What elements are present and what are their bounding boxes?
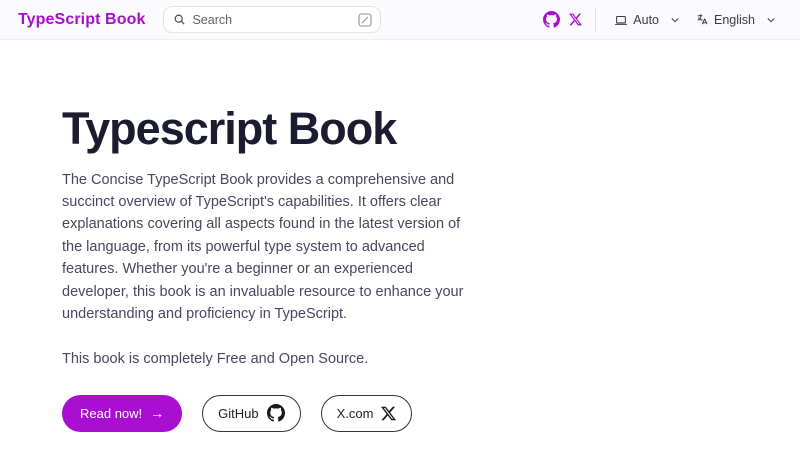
appearance-toggle[interactable]: Auto xyxy=(606,0,688,39)
language-select[interactable]: English xyxy=(688,0,784,39)
laptop-icon xyxy=(614,13,628,27)
site-header: TypeScript Book Auto xyxy=(0,0,800,40)
chevron-down-icon xyxy=(766,15,776,25)
github-icon xyxy=(267,404,285,422)
hero-description: The Concise TypeScript Book provides a c… xyxy=(62,169,464,326)
appearance-label: Auto xyxy=(633,13,659,27)
chevron-down-icon xyxy=(670,15,680,25)
hero-tagline: This book is completely Free and Open So… xyxy=(62,348,760,370)
language-label: English xyxy=(714,13,755,27)
hero-actions: Read now! → GitHub X.com xyxy=(62,395,760,432)
github-icon xyxy=(543,11,560,28)
site-logo[interactable]: TypeScript Book xyxy=(18,11,145,29)
x-icon xyxy=(381,406,396,421)
xcom-button-label: X.com xyxy=(337,406,374,421)
github-button[interactable]: GitHub xyxy=(202,395,300,432)
read-now-button[interactable]: Read now! → xyxy=(62,395,182,432)
hero-section: Typescript Book The Concise TypeScript B… xyxy=(0,40,800,432)
search-icon xyxy=(173,13,186,26)
x-link[interactable] xyxy=(563,8,587,32)
github-button-label: GitHub xyxy=(218,406,258,421)
translate-icon xyxy=(696,13,709,26)
x-icon xyxy=(569,13,582,26)
search-box[interactable] xyxy=(163,6,381,33)
arrow-right-icon: → xyxy=(150,406,164,420)
read-now-label: Read now! xyxy=(80,406,142,421)
slash-key-icon xyxy=(358,13,372,27)
xcom-button[interactable]: X.com xyxy=(321,395,413,432)
github-link[interactable] xyxy=(539,8,563,32)
header-divider xyxy=(595,9,596,31)
page-title: Typescript Book xyxy=(62,104,760,154)
header-nav-right: Auto English xyxy=(539,0,784,39)
search-input[interactable] xyxy=(192,13,352,27)
